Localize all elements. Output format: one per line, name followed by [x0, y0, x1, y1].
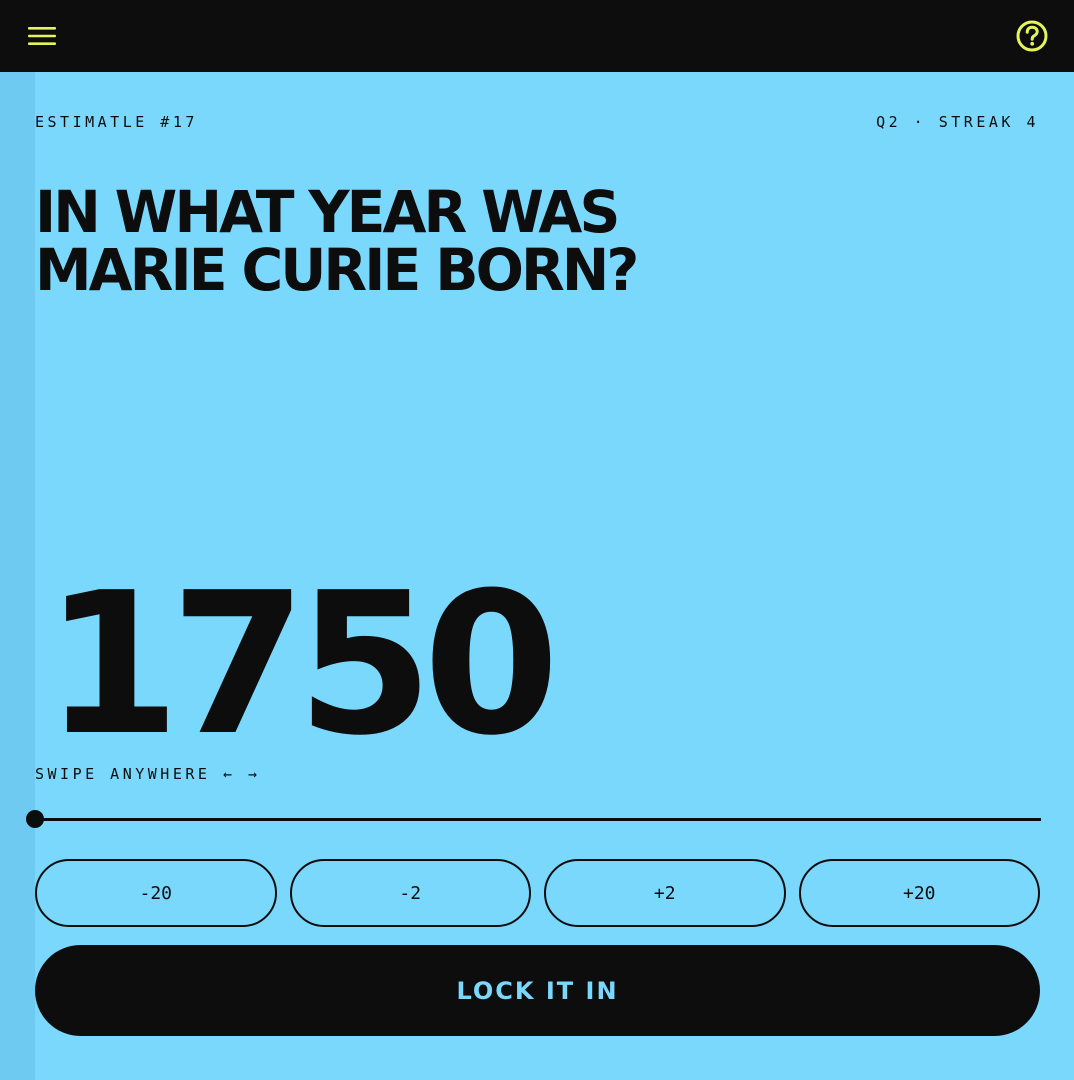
lock-it-in-button[interactable]: LOCK IT IN — [35, 945, 1040, 1036]
plus-20-button[interactable]: +20 — [798, 859, 1040, 927]
minus-2-button[interactable]: -2 — [289, 859, 531, 927]
minus-20-button[interactable]: -20 — [35, 859, 277, 927]
estimate-slider[interactable] — [26, 809, 1041, 829]
slider-track — [35, 818, 1041, 821]
step-buttons: -20 -2 +2 +20 — [35, 859, 1040, 927]
lock-it-in-label: LOCK IT IN — [456, 976, 619, 1005]
hamburger-menu-icon — [28, 27, 56, 45]
help-circle-icon — [1016, 20, 1048, 52]
menu-button[interactable] — [22, 16, 62, 56]
estimate-value: 1750 — [44, 551, 560, 779]
swipe-hint: SWIPE ANYWHERE ← → — [35, 765, 261, 783]
progress-label: Q2 · STREAK 4 — [876, 113, 1039, 131]
help-button[interactable] — [1012, 16, 1052, 56]
plus-2-button[interactable]: +2 — [544, 859, 786, 927]
top-bar — [0, 0, 1074, 72]
slider-thumb[interactable] — [26, 810, 44, 828]
question-text: IN WHAT YEAR WAS MARIE CURIE BORN? — [35, 178, 639, 304]
game-label: ESTIMATLE #17 — [35, 113, 198, 131]
left-edge-strip — [0, 72, 35, 1080]
